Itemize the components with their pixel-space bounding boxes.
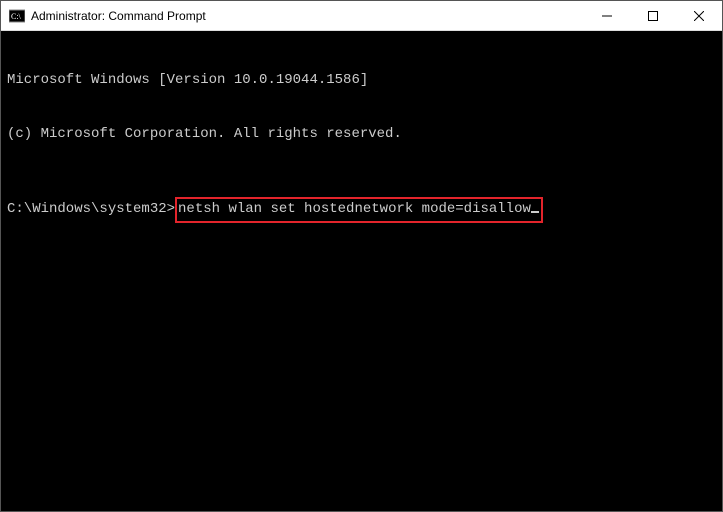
console-prompt: C:\Windows\system32> [7,201,175,217]
maximize-button[interactable] [630,1,676,30]
window-controls [584,1,722,30]
window-title: Administrator: Command Prompt [31,9,206,23]
svg-text:C:\: C:\ [11,12,22,21]
titlebar[interactable]: C:\ Administrator: Command Prompt [1,1,722,31]
console-command: netsh wlan set hostednetwork mode=disall… [178,201,531,217]
close-button[interactable] [676,1,722,30]
text-cursor [531,211,539,213]
cmd-icon: C:\ [9,8,25,24]
command-highlight: netsh wlan set hostednetwork mode=disall… [175,197,543,223]
console-prompt-line: C:\Windows\system32>netsh wlan set hoste… [7,197,716,223]
console-line-copyright: (c) Microsoft Corporation. All rights re… [7,125,716,143]
minimize-button[interactable] [584,1,630,30]
console-area[interactable]: Microsoft Windows [Version 10.0.19044.15… [1,31,722,511]
cmd-window: C:\ Administrator: Command Prompt Micros… [0,0,723,512]
console-line-version: Microsoft Windows [Version 10.0.19044.15… [7,71,716,89]
